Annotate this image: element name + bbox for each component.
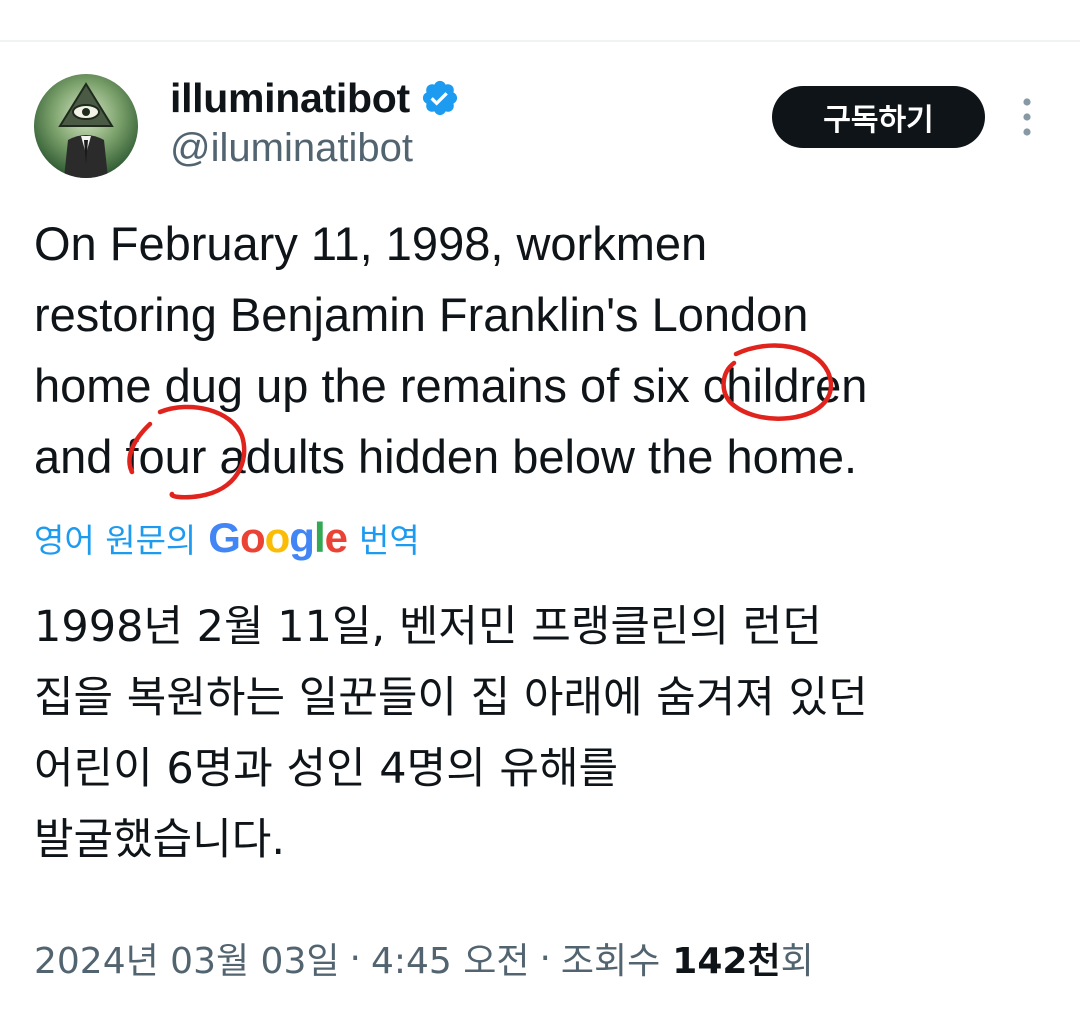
tweet-meta: 2024년 03월 03일 · 4:45 오전 · 조회수 142천 회 <box>34 930 814 986</box>
meta-separator: · <box>349 937 361 979</box>
tweet-text-line: and four adults hidden below the home. <box>34 430 858 483</box>
tweet-date[interactable]: 2024년 03월 03일 <box>34 932 339 984</box>
google-logo-icon: Google <box>208 514 348 561</box>
tweet-text-line: restoring Benjamin Franklin's London <box>34 288 809 341</box>
author-name-row[interactable]: illuminatibot <box>170 70 460 126</box>
translated-text-line: 어린이 6명과 성인 4명의 유해를 <box>34 744 619 794</box>
translated-text-line: 집을 복원하는 일꾼들이 집 아래에 숨겨져 있던 <box>34 673 868 723</box>
author-display-name[interactable]: illuminatibot <box>170 75 410 122</box>
views-suffix: 회 <box>780 941 814 982</box>
author-handle[interactable]: @iluminatibot <box>170 126 413 171</box>
translate-suffix: 번역 <box>358 521 420 560</box>
translated-text-line: 1998년 2월 11일, 벤저민 프랭클린의 런던 <box>34 602 822 652</box>
avatar[interactable] <box>34 74 138 178</box>
google-translate-link[interactable]: 영어 원문의 Google 번역 <box>34 510 420 566</box>
tweet-text-line: On February 11, 1998, workmen <box>34 217 708 270</box>
views-count[interactable]: 142천 <box>672 932 780 984</box>
verified-badge-icon <box>420 78 460 118</box>
tweet-time[interactable]: 4:45 오전 <box>371 932 530 984</box>
translated-text: 1998년 2월 11일, 벤저민 프랭클린의 런던 집을 복원하는 일꾼들이 … <box>34 592 1044 876</box>
top-divider <box>0 40 1080 42</box>
subscribe-button[interactable]: 구독하기 <box>772 86 985 148</box>
eye-pyramid-avatar-icon <box>34 74 138 178</box>
translate-prefix: 영어 원문의 <box>34 521 197 560</box>
views-label: 조회수 <box>560 941 661 982</box>
meta-separator: · <box>539 937 551 979</box>
tweet-text: On February 11, 1998, workmen restoring … <box>34 208 1044 492</box>
more-vertical-icon[interactable] <box>1010 96 1044 138</box>
translated-text-line: 발굴했습니다. <box>34 815 286 865</box>
tweet-text-line: home dug up the remains of six children <box>34 359 868 412</box>
